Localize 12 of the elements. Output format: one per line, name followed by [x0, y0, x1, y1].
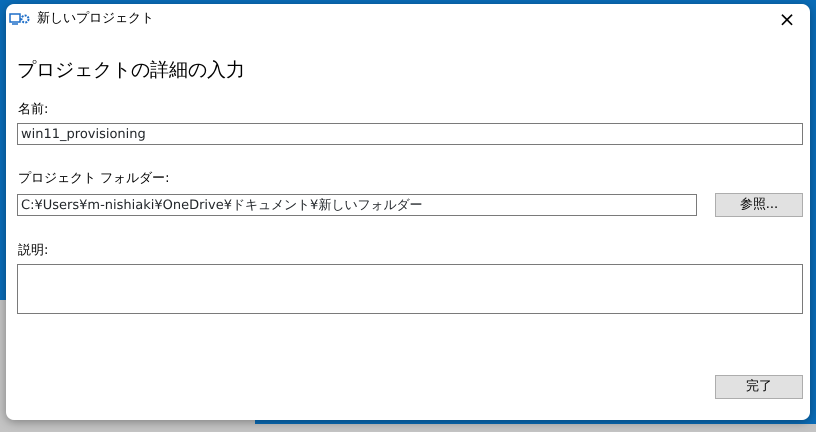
dialog-heading: プロジェクトの詳細の入力 [17, 58, 246, 83]
done-button[interactable]: 完了 [715, 375, 803, 399]
window-title: 新しいプロジェクト [37, 10, 154, 28]
name-input[interactable]: win11_provisioning [17, 123, 803, 145]
field-label: プロジェクト フォルダー: [18, 170, 171, 188]
project-icon [9, 12, 31, 26]
description-input[interactable] [17, 264, 803, 314]
browse-button[interactable]: 参照... [715, 192, 803, 216]
close-button[interactable]: × [764, 4, 810, 34]
field-label: 説明: [18, 242, 50, 260]
folder-input[interactable]: C:¥Users¥m-nishiaki¥OneDrive¥ドキュメント¥新しいフォルダー [17, 194, 697, 216]
field-label: 名前: [18, 100, 50, 118]
